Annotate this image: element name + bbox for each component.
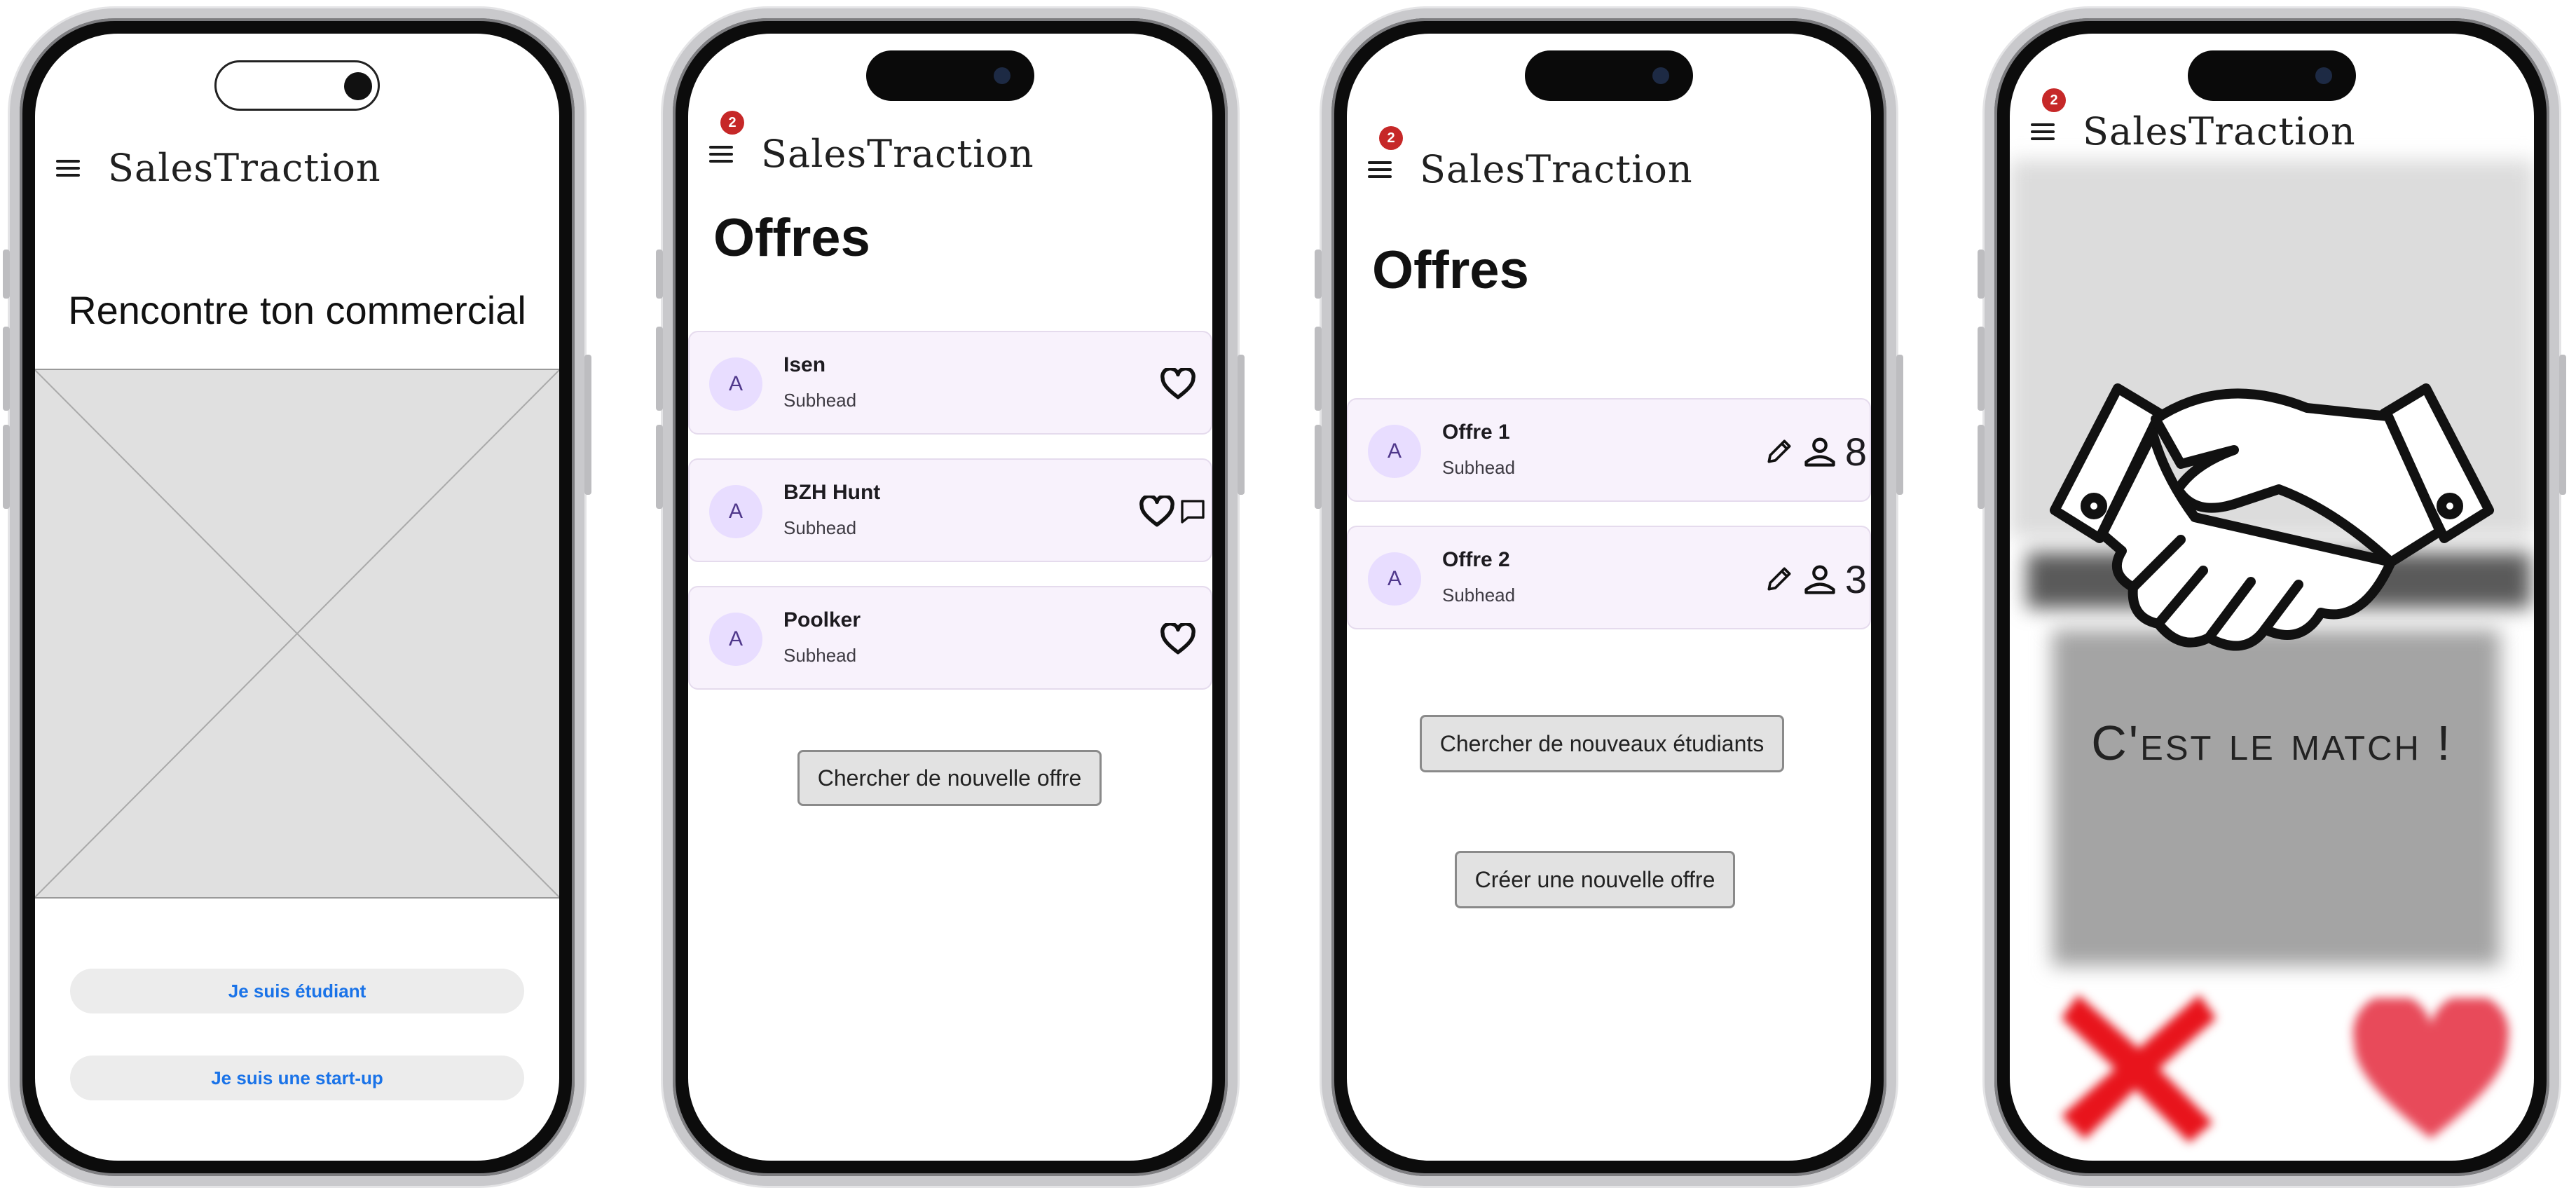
offer-card[interactable]: A Offre 1 Subhead 8	[1347, 398, 1871, 502]
phone-frame-match: 2 SalesTraction C'est le match !	[1978, 8, 2566, 1186]
menu-icon[interactable]	[709, 145, 733, 163]
placeholder-cross-icon	[35, 369, 559, 898]
avatar: A	[709, 613, 762, 666]
offer-name: Offre 1	[1442, 421, 1510, 444]
notification-badge[interactable]: 2	[2042, 88, 2066, 112]
heart-icon[interactable]	[1139, 496, 1174, 528]
menu-icon[interactable]	[56, 159, 80, 177]
offer-name: Poolker	[783, 608, 861, 631]
phone-frame-welcome: SalesTraction Rencontre ton commercial J…	[3, 8, 591, 1186]
search-students-button[interactable]: Chercher de nouveaux étudiants	[1420, 715, 1784, 772]
pencil-icon[interactable]	[1764, 564, 1795, 594]
create-offer-button[interactable]: Créer une nouvelle offre	[1455, 851, 1735, 908]
startup-button[interactable]: Je suis une start-up	[70, 1056, 524, 1100]
offer-card[interactable]: A BZH Hunt Subhead	[688, 458, 1212, 562]
phone-frame-offers-student: 2 SalesTraction Offres A Isen Subhead A …	[656, 8, 1245, 1186]
avatar: A	[1368, 552, 1421, 606]
offer-name: BZH Hunt	[783, 481, 881, 504]
student-button[interactable]: Je suis étudiant	[70, 969, 524, 1013]
pencil-icon[interactable]	[1764, 436, 1795, 467]
avatar: A	[709, 357, 762, 411]
notification-badge[interactable]: 2	[1379, 126, 1403, 150]
search-offers-button[interactable]: Chercher de nouvelle offre	[797, 750, 1102, 806]
heart-icon[interactable]	[1160, 368, 1195, 400]
offer-subhead: Subhead	[1442, 585, 1516, 606]
page-title: Offres	[1372, 240, 1529, 300]
handshake-icon	[2050, 383, 2494, 651]
screen-match: 2 SalesTraction C'est le match !	[2010, 34, 2534, 1161]
image-placeholder	[35, 369, 559, 899]
notification-badge[interactable]: 2	[720, 111, 744, 135]
offer-card[interactable]: A Poolker Subhead	[688, 586, 1212, 690]
screen-offers-startup: 2 SalesTraction Offres A Offre 1 Subhead…	[1347, 34, 1871, 1161]
app-bar: 2 SalesTraction	[2031, 88, 2356, 153]
app-logo: SalesTraction	[1420, 147, 1693, 191]
offer-subhead: Subhead	[783, 645, 857, 666]
app-bar: SalesTraction	[56, 146, 381, 190]
app-logo: SalesTraction	[2083, 109, 2356, 153]
person-icon[interactable]	[1802, 433, 1838, 470]
offer-card[interactable]: A Offre 2 Subhead 3	[1347, 526, 1871, 629]
screen-welcome: SalesTraction Rencontre ton commercial J…	[35, 34, 559, 1161]
applicant-count: 8	[1844, 429, 1867, 474]
app-bar: 2 SalesTraction	[1368, 126, 1693, 191]
match-text: C'est le match !	[2091, 716, 2453, 770]
avatar: A	[1368, 425, 1421, 478]
menu-icon[interactable]	[1368, 161, 1392, 178]
app-bar: 2 SalesTraction	[709, 111, 1034, 176]
offer-subhead: Subhead	[1442, 457, 1516, 478]
camera-notch	[214, 60, 380, 111]
app-logo: SalesTraction	[108, 146, 381, 190]
offer-name: Isen	[783, 353, 826, 376]
page-title: Offres	[713, 208, 870, 268]
cross-icon[interactable]	[2055, 981, 2223, 1149]
offer-name: Offre 2	[1442, 548, 1510, 571]
welcome-headline: Rencontre ton commercial	[68, 288, 526, 332]
menu-icon[interactable]	[2031, 123, 2055, 140]
comment-icon[interactable]	[1179, 498, 1207, 526]
person-icon[interactable]	[1802, 561, 1838, 597]
avatar: A	[709, 485, 762, 538]
app-logo: SalesTraction	[761, 132, 1034, 176]
screen-offers-student: 2 SalesTraction Offres A Isen Subhead A …	[688, 34, 1212, 1161]
heart-icon[interactable]	[2350, 998, 2512, 1145]
heart-icon[interactable]	[1160, 623, 1195, 655]
applicant-count: 3	[1844, 556, 1867, 601]
offer-subhead: Subhead	[783, 517, 857, 538]
dynamic-island	[2188, 50, 2356, 101]
dynamic-island	[866, 50, 1034, 101]
dynamic-island	[1525, 50, 1693, 101]
offer-card[interactable]: A Isen Subhead	[688, 331, 1212, 435]
blurred-profile-text	[2052, 629, 2500, 966]
offer-subhead: Subhead	[783, 390, 857, 411]
phone-frame-offers-startup: 2 SalesTraction Offres A Offre 1 Subhead…	[1315, 8, 1903, 1186]
